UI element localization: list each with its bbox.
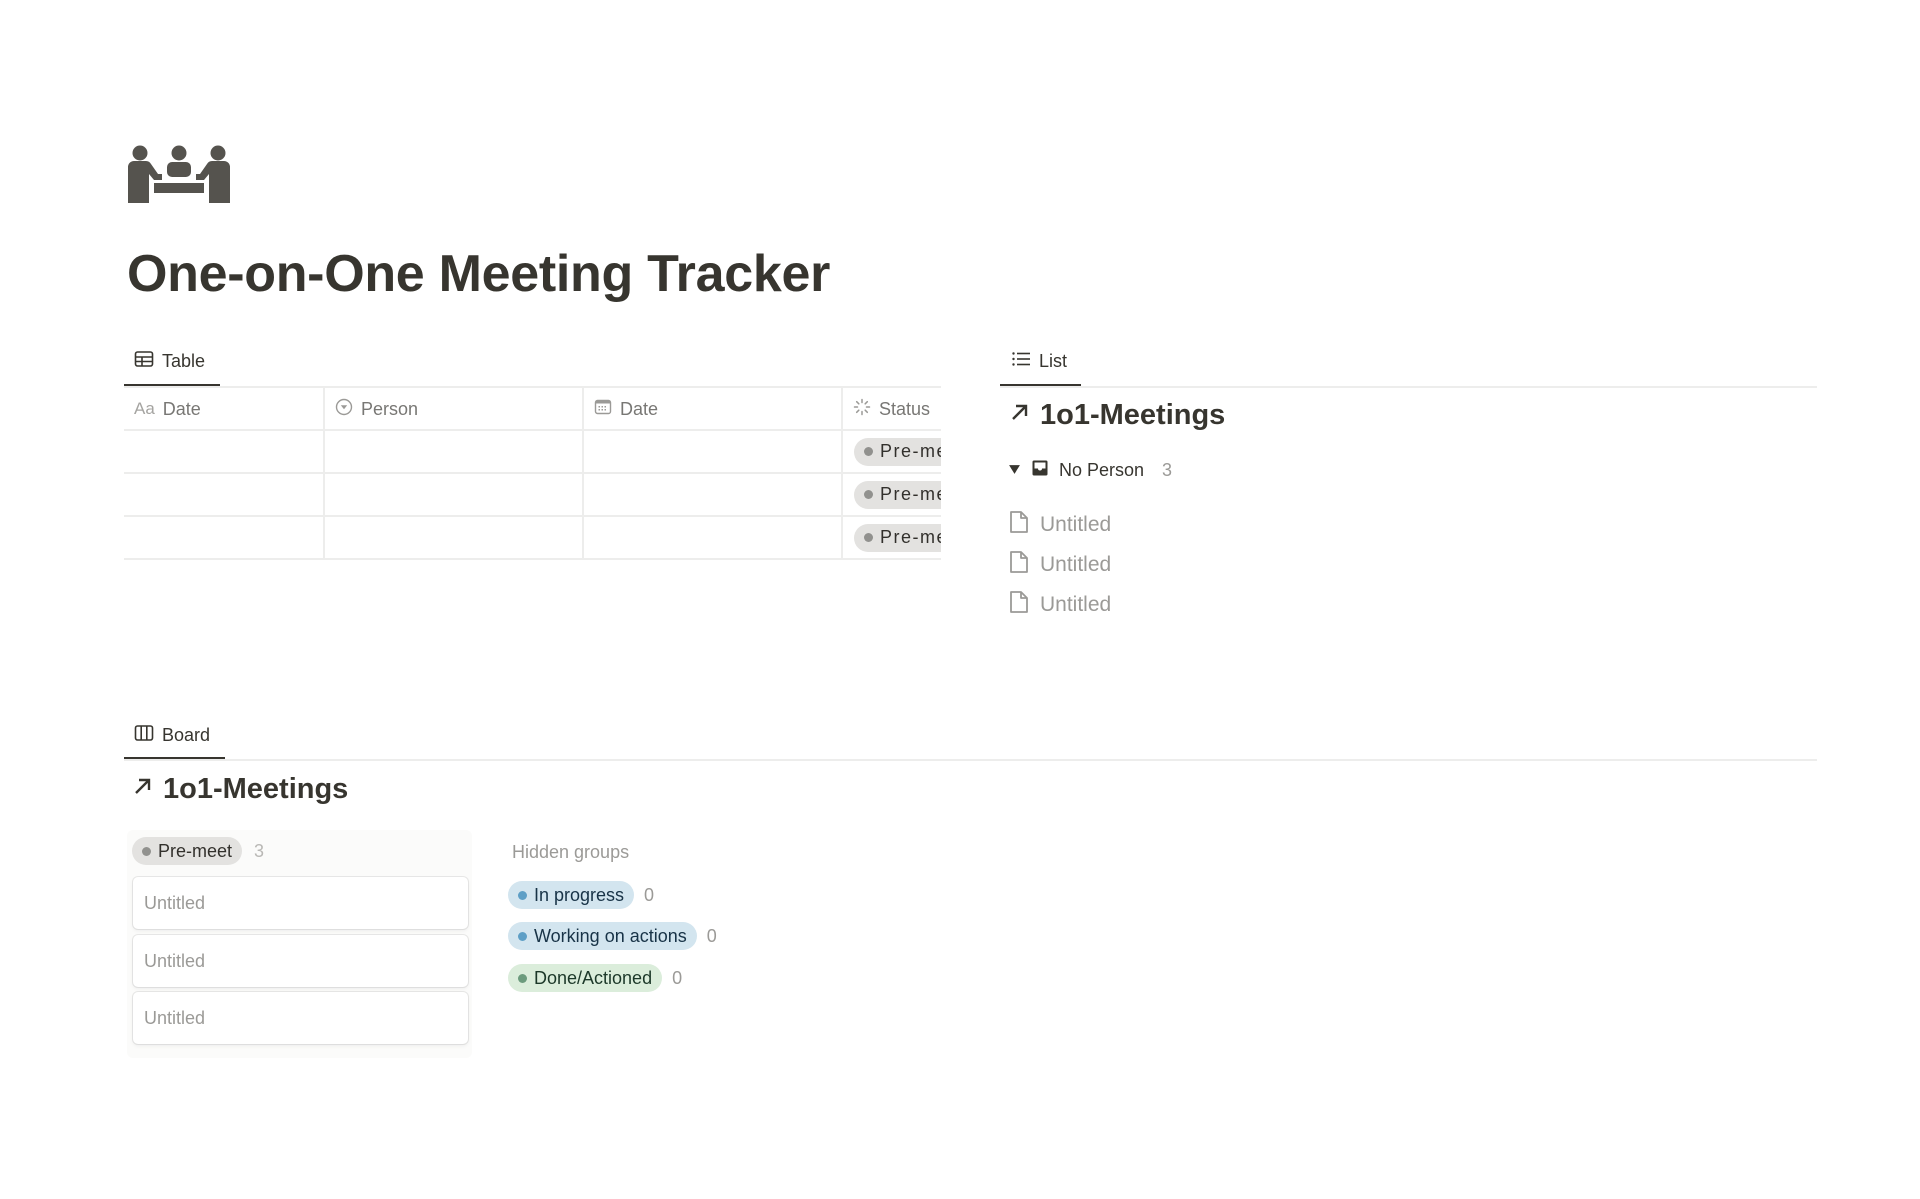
group-header-no-person[interactable]: No Person 3 <box>1008 459 1172 482</box>
tab-label: Table <box>162 351 206 371</box>
group-count: 0 <box>672 967 683 988</box>
arrow-up-right-icon <box>1008 399 1032 432</box>
tab-label: Board <box>162 725 211 745</box>
meeting-people-icon[interactable] <box>127 145 231 203</box>
hidden-group-done-actioned[interactable]: Done/Actioned 0 <box>508 964 682 992</box>
select-icon <box>335 398 353 421</box>
page-icon <box>1008 590 1030 620</box>
list-icon <box>1011 349 1031 374</box>
list-item[interactable]: Untitled <box>1008 550 1111 580</box>
group-label: No Person <box>1059 460 1145 480</box>
tab-list[interactable]: List <box>1011 349 1067 374</box>
list-divider <box>1000 386 1817 388</box>
table-row[interactable]: Pre-meet <box>124 517 941 558</box>
status-icon <box>853 398 871 421</box>
table-row[interactable]: Pre-meet <box>124 474 941 515</box>
list-item[interactable]: Untitled <box>1008 590 1111 620</box>
hidden-groups-label: Hidden groups <box>512 842 630 862</box>
board-card[interactable]: Untitled <box>133 935 468 987</box>
column-header-date-title[interactable]: Aa Date <box>124 388 325 430</box>
hidden-group-in-progress[interactable]: In progress 0 <box>508 881 654 909</box>
tab-label: List <box>1039 351 1068 371</box>
inbox-icon <box>1031 459 1049 482</box>
tab-board[interactable]: Board <box>134 723 210 748</box>
page-icon <box>1008 550 1030 580</box>
group-count: 0 <box>706 925 717 946</box>
page-icon <box>1008 510 1030 540</box>
tab-table[interactable]: Table <box>134 349 205 374</box>
group-count: 3 <box>1162 460 1173 480</box>
status-tag: Pre-meet <box>132 837 243 865</box>
board-column-header[interactable]: Pre-meet 3 <box>132 837 264 865</box>
column-header-status[interactable]: Status <box>843 388 941 430</box>
table-icon <box>134 349 154 374</box>
status-tag: In progress <box>508 881 635 909</box>
table-row[interactable]: Pre-meet <box>124 431 941 472</box>
board-column-pre-meet: Pre-meet 3 Untitled Untitled Untitled <box>127 830 472 1058</box>
status-cell[interactable]: Pre-meet <box>854 431 941 472</box>
column-count: 3 <box>254 840 265 861</box>
column-header-date[interactable]: Date <box>584 388 843 430</box>
arrow-up-right-icon <box>131 773 155 806</box>
calendar-icon <box>594 398 612 421</box>
triangle-down-icon[interactable] <box>1008 460 1021 481</box>
board-icon <box>134 723 154 748</box>
database-title-link[interactable]: 1o1-Meetings <box>1008 399 1225 432</box>
status-tag: Done/Actioned <box>508 964 663 992</box>
title-aa-icon: Aa <box>134 399 155 418</box>
status-cell[interactable]: Pre-meet <box>854 517 941 558</box>
status-tag: Working on actions <box>508 922 697 950</box>
board-divider <box>124 759 1817 761</box>
board-card[interactable]: Untitled <box>133 877 468 929</box>
table: Aa Date Person Date Status Pre-meet Pre-… <box>124 388 941 560</box>
page-title[interactable]: One-on-One Meeting Tracker <box>127 244 830 304</box>
group-count: 0 <box>644 884 655 905</box>
hidden-group-working-on-actions[interactable]: Working on actions 0 <box>508 922 717 950</box>
status-cell[interactable]: Pre-meet <box>854 474 941 515</box>
status-tag: Pre-meet <box>854 480 941 509</box>
status-tag: Pre-meet <box>854 523 941 552</box>
column-header-person[interactable]: Person <box>325 388 584 430</box>
row-divider <box>124 558 941 560</box>
status-tag: Pre-meet <box>854 437 941 466</box>
list-item[interactable]: Untitled <box>1008 510 1111 540</box>
database-title-link[interactable]: 1o1-Meetings <box>131 773 348 806</box>
board-card[interactable]: Untitled <box>133 992 468 1044</box>
